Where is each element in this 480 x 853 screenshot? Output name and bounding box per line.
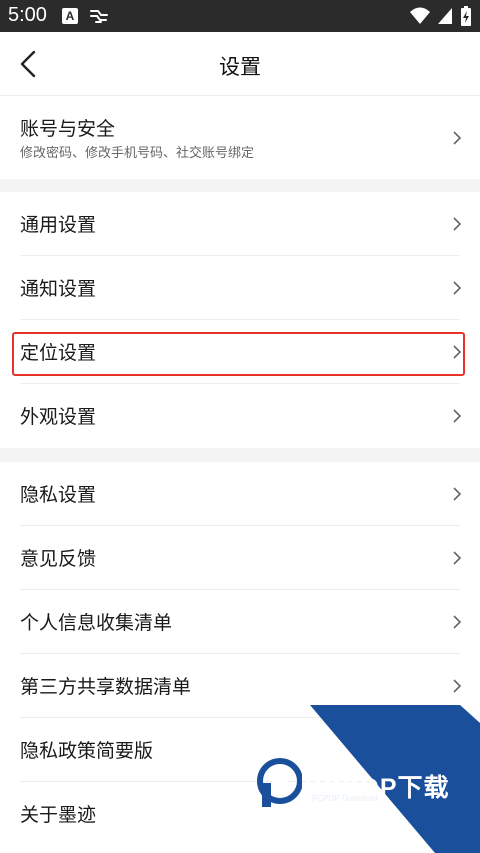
- general-settings-row[interactable]: 通用设置: [0, 192, 480, 256]
- chevron-right-icon: [453, 409, 462, 423]
- wifi-icon: [410, 7, 430, 24]
- account-security-label: 账号与安全: [20, 118, 116, 140]
- a-notification-icon: A: [62, 8, 78, 24]
- pcpop-logo-icon: [257, 758, 302, 807]
- battery-charging-icon: [461, 6, 471, 26]
- chevron-right-icon: [453, 487, 462, 501]
- watermark-subtitle: PCPOP Download: [312, 794, 378, 803]
- chevron-right-icon: [453, 615, 462, 629]
- row-label: 隐私政策简要版: [20, 740, 154, 762]
- settings-group-general: 通用设置 通知设置 定位设置 外观设置: [0, 192, 480, 448]
- app-header: 设置: [0, 32, 480, 96]
- status-time: 5:00: [8, 4, 47, 26]
- row-label: 外观设置: [20, 406, 97, 428]
- row-label: 第三方共享数据清单: [20, 676, 192, 698]
- row-label: 关于墨迹: [20, 804, 97, 826]
- privacy-settings-row[interactable]: 隐私设置: [0, 462, 480, 526]
- location-settings-row[interactable]: 定位设置: [0, 320, 480, 384]
- row-label: 个人信息收集清单: [20, 612, 173, 634]
- cell-signal-icon: [438, 8, 452, 24]
- chevron-right-icon: [453, 131, 462, 145]
- chevron-right-icon: [453, 217, 462, 231]
- status-bar: 5:00 A: [0, 0, 480, 32]
- row-label: 意见反馈: [20, 548, 97, 570]
- chevron-right-icon: [453, 281, 462, 295]
- chevron-right-icon: [453, 551, 462, 565]
- chevron-right-icon: [453, 679, 462, 693]
- notification-settings-row[interactable]: 通知设置: [0, 256, 480, 320]
- row-label: 定位设置: [20, 342, 97, 364]
- settings-group-account: 账号与安全 修改密码、修改手机号码、社交账号绑定: [0, 96, 480, 179]
- personal-info-list-row[interactable]: 个人信息收集清单: [0, 590, 480, 654]
- account-security-subtitle: 修改密码、修改手机号码、社交账号绑定: [20, 146, 255, 161]
- row-label: 通知设置: [20, 278, 97, 300]
- page-title: 设置: [219, 55, 261, 79]
- app-notification-icon: [90, 10, 108, 23]
- feedback-row[interactable]: 意见反馈: [0, 526, 480, 590]
- row-label: 隐私设置: [20, 484, 97, 506]
- row-label: 通用设置: [20, 214, 97, 236]
- account-security-row[interactable]: 账号与安全 修改密码、修改手机号码、社交账号绑定: [0, 96, 480, 179]
- appearance-settings-row[interactable]: 外观设置: [0, 384, 480, 448]
- chevron-right-icon: [453, 345, 462, 359]
